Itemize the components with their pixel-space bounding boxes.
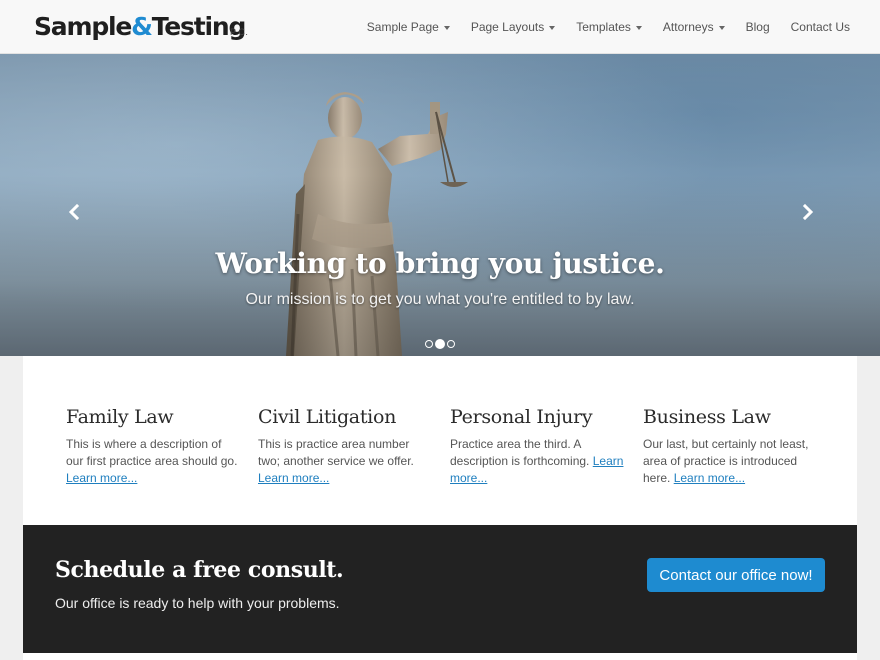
carousel-indicator-1[interactable] bbox=[425, 340, 433, 348]
practice-area-description: This is practice area number two; anothe… bbox=[258, 437, 414, 485]
practice-area-description: Our last, but certainly not least, area … bbox=[643, 437, 809, 485]
practice-area-business-law: Business Law Our last, but certainly not… bbox=[643, 406, 819, 487]
site-logo[interactable]: Sample&Testing bbox=[34, 12, 246, 41]
hero-subtitle: Our mission is to get you what you're en… bbox=[245, 291, 635, 308]
caret-down-icon bbox=[443, 25, 450, 30]
nav-item-templates[interactable]: Templates bbox=[576, 20, 642, 34]
practice-area-title: Civil Litigation bbox=[258, 406, 397, 428]
chevron-left-icon bbox=[68, 204, 80, 220]
nav-item-page-layouts[interactable]: Page Layouts bbox=[470, 20, 556, 34]
cta-text: Our office is ready to help with your pr… bbox=[55, 595, 340, 611]
practice-area-title: Business Law bbox=[643, 406, 771, 428]
caret-down-icon bbox=[549, 25, 556, 30]
carousel-indicator-2[interactable] bbox=[435, 339, 445, 349]
nav-item-label: Blog bbox=[745, 20, 770, 34]
contact-office-button[interactable]: Contact our office now! bbox=[647, 558, 825, 592]
content-bottom-strip bbox=[23, 653, 857, 660]
carousel-indicators bbox=[0, 339, 880, 349]
nav-item-label: Sample Page bbox=[366, 20, 439, 34]
practice-area-description: This is where a description of our first… bbox=[66, 437, 238, 485]
chevron-right-icon bbox=[802, 204, 814, 220]
carousel-prev-button[interactable] bbox=[64, 200, 84, 224]
nav-item-label: Page Layouts bbox=[470, 20, 545, 34]
practice-area-civil-litigation: Civil Litigation This is practice area n… bbox=[258, 406, 434, 487]
consult-cta-section: Schedule a free consult. Our office is r… bbox=[23, 525, 857, 653]
hero-carousel: Working to bring you justice. Our missio… bbox=[0, 54, 880, 356]
hero-overlay bbox=[0, 54, 880, 356]
learn-more-link[interactable]: Learn more... bbox=[258, 471, 329, 485]
nav-item-attorneys[interactable]: Attorneys bbox=[663, 20, 725, 34]
caret-down-icon bbox=[718, 25, 725, 30]
practice-areas-section: Family Law This is where a description o… bbox=[23, 356, 857, 525]
practice-area-family-law: Family Law This is where a description o… bbox=[66, 406, 242, 487]
nav-item-label: Attorneys bbox=[662, 20, 714, 34]
practice-area-title: Personal Injury bbox=[450, 406, 593, 428]
nav-item-label: Contact Us bbox=[790, 20, 850, 34]
nav-item-label: Templates bbox=[576, 20, 631, 34]
logo-suffix: P.C. bbox=[230, 27, 249, 37]
site-header: Sample&Testing P.C. Sample Page Page Lay… bbox=[0, 0, 880, 54]
carousel-next-button[interactable] bbox=[798, 200, 818, 224]
carousel-indicator-3[interactable] bbox=[447, 340, 455, 348]
cta-title: Schedule a free consult. bbox=[55, 557, 344, 583]
nav-item-blog[interactable]: Blog bbox=[746, 20, 770, 34]
main-nav: Sample Page Page Layouts Templates Attor… bbox=[346, 0, 850, 54]
nav-item-sample-page[interactable]: Sample Page bbox=[367, 20, 450, 34]
logo-ampersand: & bbox=[131, 12, 153, 41]
practice-area-personal-injury: Personal Injury Practice area the third.… bbox=[450, 406, 626, 487]
hero-title: Working to bring you justice. bbox=[215, 247, 665, 280]
caret-down-icon bbox=[635, 25, 642, 30]
learn-more-link[interactable]: Learn more... bbox=[674, 471, 745, 485]
learn-more-link[interactable]: Learn more... bbox=[66, 471, 137, 485]
practice-area-description: Practice area the third. A description i… bbox=[450, 437, 624, 485]
nav-item-contact-us[interactable]: Contact Us bbox=[791, 20, 850, 34]
logo-text-left: Sample bbox=[34, 12, 132, 41]
practice-area-title: Family Law bbox=[66, 406, 174, 428]
